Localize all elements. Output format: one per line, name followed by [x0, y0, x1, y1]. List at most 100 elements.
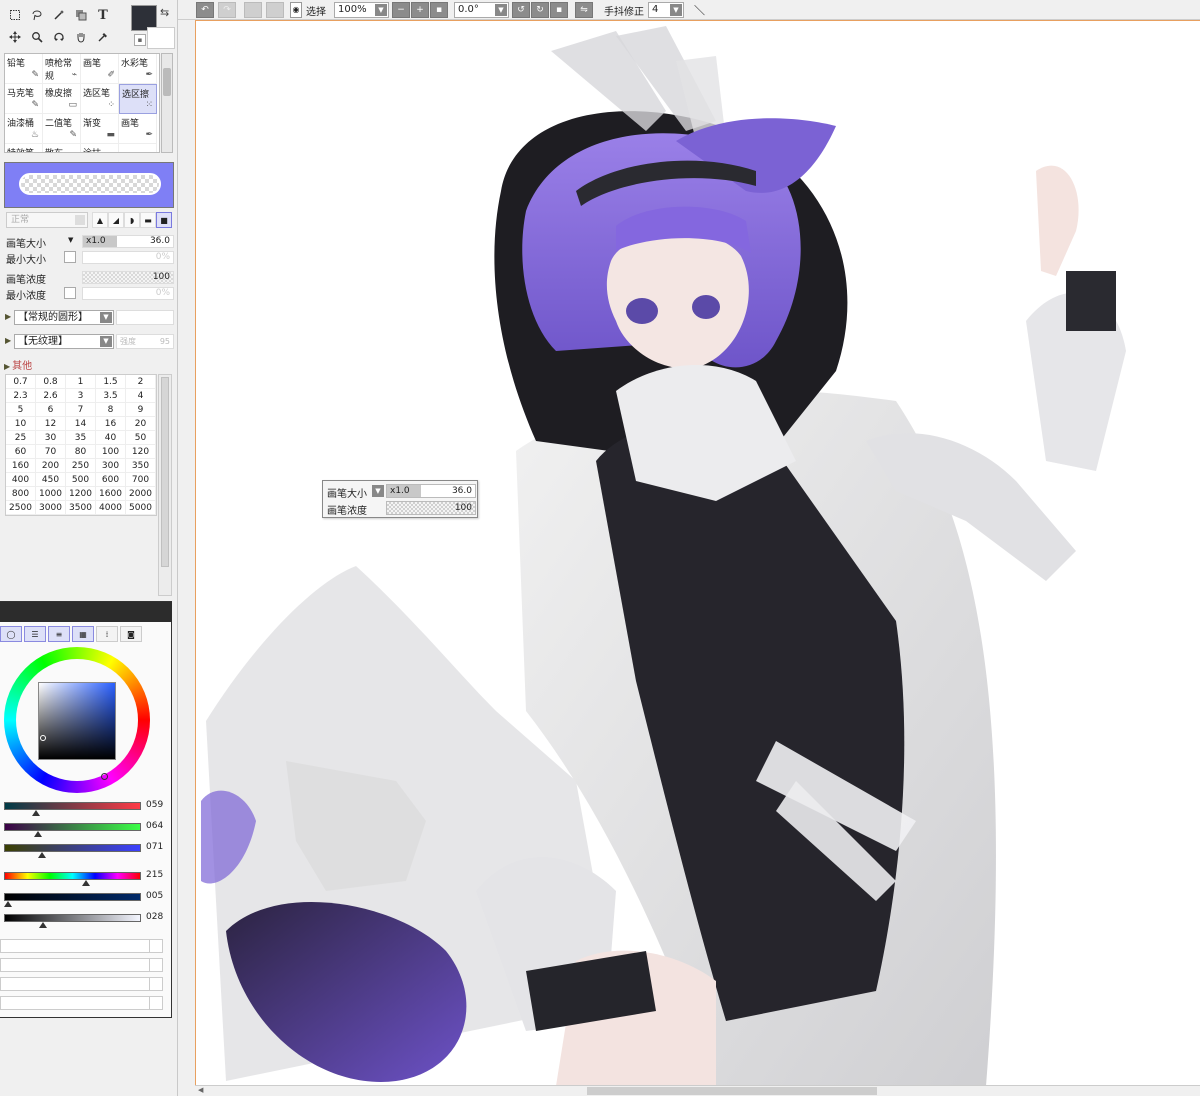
size-preset[interactable]: 60	[6, 445, 36, 459]
blue-slider[interactable]: 071	[4, 842, 170, 862]
green-slider-thumb[interactable]	[34, 831, 42, 837]
blue-slider-track[interactable]	[4, 844, 141, 852]
color-row[interactable]	[0, 958, 163, 972]
size-preset[interactable]: 700	[126, 473, 156, 487]
brush-list-scrollbar[interactable]	[161, 53, 173, 153]
brush-size-slider[interactable]: x1.0 36.0	[82, 235, 174, 248]
chevron-down-icon[interactable]: ▼	[68, 236, 73, 244]
lasso-icon[interactable]	[26, 4, 48, 26]
eyedropper-icon[interactable]	[92, 26, 114, 48]
size-preset[interactable]: 500	[66, 473, 96, 487]
brush-item[interactable]: 二值笔 ✎	[43, 114, 81, 144]
min-size-slider[interactable]: 0%	[82, 251, 174, 264]
size-preset[interactable]: 2.6	[36, 389, 66, 403]
size-preset[interactable]: 3500	[66, 501, 96, 515]
size-preset[interactable]: 10	[6, 417, 36, 431]
value-slider-track[interactable]	[4, 914, 141, 922]
hue-slider[interactable]: 215	[4, 870, 170, 890]
brush-item[interactable]: 橡皮擦 ▭	[43, 84, 81, 114]
size-preset[interactable]: 4000	[96, 501, 126, 515]
shape-medium-icon[interactable]: ◢	[108, 212, 124, 228]
min-size-checkbox[interactable]	[64, 251, 76, 263]
eye-icon[interactable]: ◉	[290, 2, 302, 18]
transparent-color-icon[interactable]: ▪	[134, 34, 146, 46]
size-preset[interactable]: 1	[66, 375, 96, 389]
size-preset[interactable]: 0.7	[6, 375, 36, 389]
wheel-tab-icon[interactable]: ◯	[0, 626, 22, 642]
size-preset[interactable]: 1200	[66, 487, 96, 501]
zoom-select[interactable]: 100% ▼	[334, 2, 389, 18]
flip-icon[interactable]: ⇋	[575, 2, 593, 18]
value-slider-thumb[interactable]	[39, 922, 47, 928]
scroll-left-icon[interactable]: ◀	[198, 1086, 203, 1094]
size-preset[interactable]: 20	[126, 417, 156, 431]
canvas-scroll-thumb[interactable]	[587, 1087, 877, 1095]
hue-slider-thumb[interactable]	[82, 880, 90, 886]
canvas-horizontal-scrollbar[interactable]: ◀	[195, 1085, 1200, 1096]
popup-density-slider[interactable]: 100	[386, 501, 476, 515]
mixer-tab-icon[interactable]: ▦	[72, 626, 94, 642]
sv-cursor[interactable]	[40, 735, 46, 741]
rect-select-icon[interactable]	[4, 4, 26, 26]
brush-item[interactable]: 喷枪常规 ⌁	[43, 54, 81, 84]
size-preset[interactable]: 9	[126, 403, 156, 417]
blend-mode-select[interactable]: 正常	[6, 212, 88, 228]
zoom-reset-icon[interactable]: ▪	[430, 2, 448, 18]
move-icon[interactable]	[4, 26, 26, 48]
brush-item[interactable]: 铅笔 ✎	[5, 54, 43, 84]
text-icon[interactable]: T	[92, 4, 114, 26]
chevron-down-icon[interactable]: ▼	[372, 485, 384, 497]
size-preset[interactable]: 400	[6, 473, 36, 487]
brush-item[interactable]	[119, 144, 157, 152]
blue-slider-thumb[interactable]	[38, 852, 46, 858]
size-preset[interactable]: 1600	[96, 487, 126, 501]
brush-item[interactable]: 特效笔	[5, 144, 43, 152]
brush-item[interactable]: 涂抹	[81, 144, 119, 152]
brush-item[interactable]: 画笔 ✒	[119, 114, 157, 144]
swatch-tab-icon[interactable]: ◙	[120, 626, 142, 642]
value-slider[interactable]: 028	[4, 912, 170, 932]
size-preset[interactable]: 4	[126, 389, 156, 403]
size-preset[interactable]: 3.5	[96, 389, 126, 403]
size-preset[interactable]: 450	[36, 473, 66, 487]
min-density-slider[interactable]: 0%	[82, 287, 174, 300]
brush-scroll-thumb[interactable]	[163, 68, 171, 96]
size-preset[interactable]: 2000	[126, 487, 156, 501]
saturation-value-square[interactable]	[38, 682, 116, 760]
hand-icon[interactable]	[70, 26, 92, 48]
saturation-slider-thumb[interactable]	[4, 901, 12, 907]
size-preset[interactable]: 120	[126, 445, 156, 459]
line-tool-icon[interactable]: ＼	[694, 2, 710, 18]
size-preset[interactable]: 250	[66, 459, 96, 473]
brush-item[interactable]: 画笔 ✐	[81, 54, 119, 84]
green-slider[interactable]: 064	[4, 821, 170, 841]
saturation-slider-track[interactable]	[4, 893, 141, 901]
size-preset[interactable]: 350	[126, 459, 156, 473]
brush-item[interactable]: 油漆桶 ♨	[5, 114, 43, 144]
size-preset[interactable]: 3	[66, 389, 96, 403]
zoom-in-icon[interactable]: +	[411, 2, 429, 18]
expand-triangle-icon[interactable]: ▶	[5, 312, 11, 321]
shape-square-icon[interactable]: ■	[156, 212, 172, 228]
invert-selection-icon[interactable]	[266, 2, 284, 18]
texture-select[interactable]: 【无纹理】 ▼	[14, 334, 114, 349]
palette-tab-icon[interactable]: ⁞	[96, 626, 118, 642]
size-preset[interactable]: 600	[96, 473, 126, 487]
stabilizer-select[interactable]: 4 ▼	[648, 2, 684, 18]
size-preset[interactable]: 5000	[126, 501, 156, 515]
size-preset[interactable]: 800	[6, 487, 36, 501]
size-preset[interactable]: 2.3	[6, 389, 36, 403]
texture-strength[interactable]: 强度 95	[116, 334, 174, 349]
rgb-slider-tab-icon[interactable]: ☰	[24, 626, 46, 642]
color-row[interactable]	[0, 939, 163, 953]
red-slider-thumb[interactable]	[32, 810, 40, 816]
zoom-out-icon[interactable]: −	[392, 2, 410, 18]
size-preset[interactable]: 6	[36, 403, 66, 417]
rotate-reset-icon[interactable]: ▪	[550, 2, 568, 18]
panel-scrollbar[interactable]	[158, 374, 172, 596]
secondary-color-swatch[interactable]	[147, 27, 175, 49]
red-slider[interactable]: 059	[4, 800, 170, 820]
hue-cursor[interactable]	[101, 773, 108, 780]
size-preset[interactable]: 300	[96, 459, 126, 473]
hsv-slider-tab-icon[interactable]: ≡	[48, 626, 70, 642]
